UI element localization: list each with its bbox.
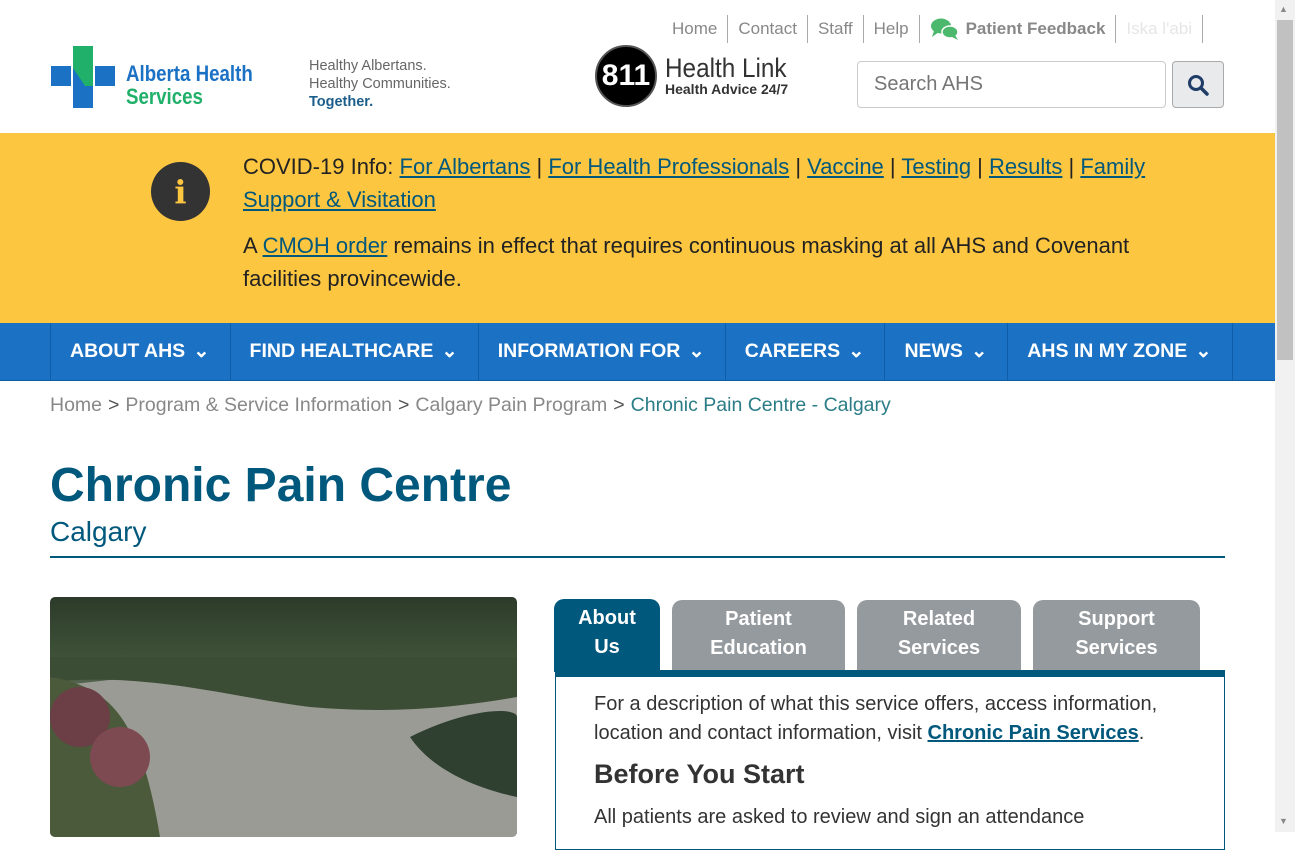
nav-label: INFORMATION FOR bbox=[497, 340, 681, 362]
tab-label: Services bbox=[1075, 637, 1158, 659]
healthlink-sub: Health Advice 24/7 bbox=[665, 81, 789, 97]
logo-line2: Services bbox=[126, 84, 203, 109]
ahs-logo-text: Alberta Health Services bbox=[126, 62, 253, 108]
chevron-down-icon: ⌄ bbox=[441, 340, 458, 362]
forest-path-photo bbox=[50, 597, 517, 837]
search-input[interactable] bbox=[857, 61, 1166, 108]
chevron-down-icon: ⌄ bbox=[688, 340, 705, 362]
link-cmoh-order[interactable]: CMOH order bbox=[263, 233, 388, 258]
page-title: Chronic Pain Centre bbox=[50, 459, 512, 512]
info-icon: i bbox=[151, 162, 210, 221]
tab-about-us[interactable]: About Us bbox=[554, 599, 660, 672]
tab-label: Education bbox=[710, 637, 807, 659]
link-testing[interactable]: Testing bbox=[901, 154, 971, 179]
panel-text-end: . bbox=[1138, 722, 1145, 744]
chevron-down-icon: ⌄ bbox=[193, 340, 210, 362]
photo-illustration bbox=[50, 657, 517, 837]
tab-label: About bbox=[578, 607, 636, 629]
chronic-pain-services-link[interactable]: Chronic Pain Services bbox=[928, 722, 1139, 744]
banner-text-a: A bbox=[243, 233, 263, 258]
tab-support-services[interactable]: Support Services bbox=[1033, 600, 1200, 670]
scroll-down-icon[interactable]: ▼ bbox=[1279, 816, 1288, 826]
tab-label: Services bbox=[897, 637, 981, 659]
link-for-albertans[interactable]: For Albertans bbox=[400, 154, 531, 179]
ahs-logo-icon[interactable] bbox=[51, 46, 115, 108]
nav-find-healthcare[interactable]: FIND HEALTHCARE ⌄ bbox=[231, 323, 479, 380]
healthlink-title: Health Link bbox=[665, 53, 787, 83]
tab-label: Patient bbox=[725, 608, 792, 630]
tab-related-services[interactable]: Related Services bbox=[857, 600, 1021, 670]
nav-label: ABOUT AHS bbox=[70, 340, 186, 362]
divider bbox=[50, 556, 1225, 558]
nav-ahs-in-my-zone[interactable]: AHS IN MY ZONE ⌄ bbox=[1008, 323, 1233, 380]
tab-label: Related bbox=[902, 608, 976, 630]
tagline-2: Healthy Communities. bbox=[309, 76, 451, 92]
link-home[interactable]: Home bbox=[662, 15, 729, 43]
chevron-down-icon: ⌄ bbox=[1195, 340, 1212, 362]
covid-banner-text: COVID-19 Info: For Albertans | For Healt… bbox=[243, 154, 1146, 291]
link-vaccine[interactable]: Vaccine bbox=[807, 154, 884, 179]
nav-label: CAREERS bbox=[744, 340, 841, 362]
link-contact[interactable]: Contact bbox=[728, 15, 808, 43]
crumb-home[interactable]: Home bbox=[50, 394, 102, 416]
search-button[interactable] bbox=[1172, 61, 1224, 108]
language-link[interactable]: Iska l'abi bbox=[1116, 15, 1204, 43]
crumb-current: Chronic Pain Centre - Calgary bbox=[630, 394, 891, 416]
panel-paragraph: All patients are asked to review and sig… bbox=[594, 806, 1085, 828]
search-icon bbox=[1188, 74, 1209, 96]
logo-line1: Alberta Health bbox=[126, 61, 253, 86]
811-badge: 811 bbox=[595, 45, 657, 107]
tagline-3: Together. bbox=[309, 94, 374, 110]
nav-about-ahs[interactable]: ABOUT AHS ⌄ bbox=[51, 323, 231, 380]
nav-label: FIND HEALTHCARE bbox=[249, 340, 434, 362]
chevron-down-icon: ⌄ bbox=[970, 340, 988, 362]
nav-label: AHS IN MY ZONE bbox=[1027, 340, 1188, 362]
crumb-program[interactable]: Program & Service Information bbox=[125, 394, 392, 416]
tagline: Healthy Albertans. Healthy Communities. To… bbox=[309, 57, 451, 111]
main-nav: ABOUT AHS ⌄ FIND HEALTHCARE ⌄ INFORMATION … bbox=[0, 323, 1275, 381]
section-heading: Before You Start bbox=[594, 759, 805, 789]
tab-patient-education[interactable]: Patient Education bbox=[672, 600, 845, 670]
scroll-up-icon[interactable]: ▲ bbox=[1279, 4, 1288, 14]
link-health-professionals[interactable]: For Health Professionals bbox=[548, 154, 789, 179]
patient-feedback-link[interactable]: Patient Feedback bbox=[920, 15, 1117, 43]
scrollbar-thumb[interactable] bbox=[1277, 20, 1293, 360]
page-subtitle: Calgary bbox=[50, 516, 147, 547]
nav-news[interactable]: NEWS ⌄ bbox=[885, 323, 1009, 380]
utility-links: Home Contact Staff Help Patient Feedback… bbox=[662, 15, 1204, 43]
nav-label: NEWS bbox=[904, 340, 963, 362]
link-results[interactable]: Results bbox=[989, 154, 1062, 179]
tab-label: Us bbox=[594, 636, 620, 658]
feedback-label: Patient Feedback bbox=[965, 19, 1106, 38]
tab-panel-content: For a description of what this service o… bbox=[594, 690, 1194, 832]
chevron-down-icon: ⌄ bbox=[848, 340, 865, 362]
tab-label: Support bbox=[1078, 608, 1155, 630]
chat-bubbles-icon bbox=[930, 18, 959, 40]
banner-prefix: COVID-19 Info: bbox=[243, 154, 400, 179]
crumb-calgary-pain[interactable]: Calgary Pain Program bbox=[415, 394, 607, 416]
nav-information-for[interactable]: INFORMATION FOR ⌄ bbox=[479, 323, 726, 380]
link-staff[interactable]: Staff bbox=[808, 15, 864, 43]
health-link-logo[interactable]: 811 Health Link Health Advice 24/7 bbox=[595, 45, 800, 107]
breadcrumb: Home > Program & Service Information > Calga… bbox=[50, 394, 891, 416]
nav-careers[interactable]: CAREERS ⌄ bbox=[726, 323, 886, 380]
tagline-1: Healthy Albertans. bbox=[309, 58, 427, 74]
link-help[interactable]: Help bbox=[864, 15, 920, 43]
